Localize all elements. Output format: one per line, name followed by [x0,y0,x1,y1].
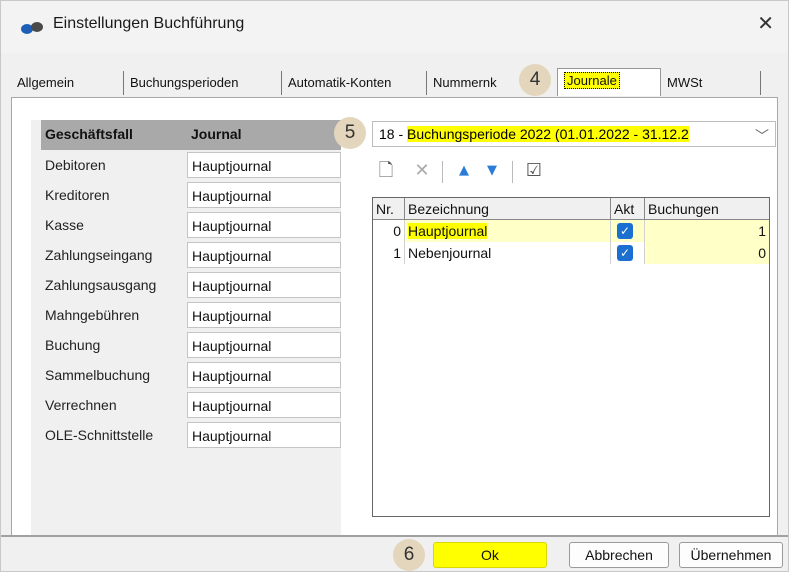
step-badge-4: 4 [519,64,551,96]
delete-icon[interactable]: ✕ [410,159,434,183]
move-up-icon[interactable]: ▲ [452,159,476,183]
table-row: Buchung Hauptjournal [41,330,341,360]
bezeichnung-cell[interactable]: Hauptjournal [405,220,611,242]
settings-window: Einstellungen Buchführung ✕ Allgemein Bu… [0,0,789,572]
journal-select[interactable]: Hauptjournal [187,242,341,268]
tab-buchungsperioden[interactable]: Buchungsperioden [124,71,282,95]
table-row: Debitoren Hauptjournal [41,150,341,180]
checkbox-icon[interactable]: ☑ [522,159,546,183]
bezeichnung-cell[interactable]: Nebenjournal [405,242,611,264]
table-row: Sammelbuchung Hauptjournal [41,360,341,390]
step-badge-5: 5 [334,117,366,149]
bezeichnung-text: Hauptjournal [408,223,488,239]
table-row: Zahlungseingang Hauptjournal [41,240,341,270]
close-icon[interactable]: ✕ [757,11,774,35]
app-icon [21,22,43,34]
table-row: Kreditoren Hauptjournal [41,180,341,210]
tab-label: Automatik-Konten [288,75,392,90]
tab-automatik-konten[interactable]: Automatik-Konten [282,71,427,95]
table-row: Zahlungsausgang Hauptjournal [41,270,341,300]
column-header-akt[interactable]: Akt [611,198,645,220]
geschaeftsfall-cell: Verrechnen [45,397,117,413]
geschaeftsfall-cell: Sammelbuchung [45,367,151,383]
journal-select[interactable]: Hauptjournal [187,332,341,358]
cancel-button[interactable]: Abbrechen [569,542,669,568]
buchungen-cell: 0 [645,242,769,264]
nr-cell: 0 [373,220,405,242]
tab-mwst[interactable]: MWSt [661,71,761,95]
period-value: Buchungsperiode 2022 (01.01.2022 - 31.12… [407,126,689,142]
table-row[interactable]: 1 Nebenjournal ✓ 0 [373,242,769,264]
tab-label: Allgemein [17,75,75,90]
geschaeftsfall-cell: Debitoren [45,157,106,173]
tab-allgemein[interactable]: Allgemein [11,71,124,95]
journal-select[interactable]: Hauptjournal [187,392,341,418]
journal-select[interactable]: Hauptjournal [187,362,341,388]
table-row: Verrechnen Hauptjournal [41,390,341,420]
checkbox-checked-icon[interactable]: ✓ [617,223,633,239]
tab-nummernkreise[interactable]: Nummernk [427,71,527,95]
journal-select[interactable]: Hauptjournal [187,212,341,238]
step-badge-6: 6 [393,539,425,571]
footer-divider [1,535,788,537]
geschaeftsfall-table: Geschäftsfall Journal Debitoren Hauptjour… [31,120,341,538]
period-combobox[interactable]: 18 - Buchungsperiode 2022 (01.01.2022 - … [372,121,776,147]
table-row: Mahngebühren Hauptjournal [41,300,341,330]
table-header: Geschäftsfall Journal [41,120,341,150]
geschaeftsfall-cell: Buchung [45,337,101,353]
chevron-down-icon: ﹀ [755,128,769,144]
tab-label: MWSt [667,75,703,90]
akt-cell[interactable]: ✓ [611,242,645,264]
move-down-icon[interactable]: ▼ [480,159,504,183]
column-header-buchungen[interactable]: Buchungen [645,198,769,220]
nr-cell: 1 [373,242,405,264]
journal-select[interactable]: Hauptjournal [187,302,341,328]
buchungen-cell: 1 [645,220,769,242]
checkbox-checked-icon[interactable]: ✓ [617,245,633,261]
period-number: 18 - [379,126,408,142]
geschaeftsfall-cell: OLE-Schnittstelle [45,427,154,443]
journal-select[interactable]: Hauptjournal [187,422,341,448]
journal-grid: Nr. Bezeichnung Akt Buchungen 0 Hauptjou… [372,197,770,517]
table-row[interactable]: 0 Hauptjournal ✓ 1 [373,220,769,242]
apply-button[interactable]: Übernehmen [679,542,783,568]
window-title: Einstellungen Buchführung [53,15,245,32]
table-row: OLE-Schnittstelle Hauptjournal [41,420,341,450]
geschaeftsfall-cell: Kreditoren [45,187,110,203]
journal-select[interactable]: Hauptjournal [187,182,341,208]
column-header-geschaeftsfall: Geschäftsfall [45,126,133,142]
table-row: Kasse Hauptjournal [41,210,341,240]
geschaeftsfall-cell: Zahlungseingang [45,247,153,263]
geschaeftsfall-cell: Zahlungsausgang [45,277,157,293]
journal-select[interactable]: Hauptjournal [187,152,341,178]
column-header-journal: Journal [191,126,242,142]
toolbar-separator [512,161,513,183]
tab-journale[interactable]: Journale [557,68,661,96]
tab-label: Nummernk [433,75,497,90]
column-header-nr[interactable]: Nr. [373,198,405,220]
journal-select[interactable]: Hauptjournal [187,272,341,298]
tab-label: Journale [564,72,620,89]
akt-cell[interactable]: ✓ [611,220,645,242]
column-header-bezeichnung[interactable]: Bezeichnung [405,198,611,220]
new-document-icon[interactable]: 🗋 [374,159,398,183]
toolbar-separator [442,161,443,183]
ok-button[interactable]: Ok [433,542,547,568]
tab-label: Buchungsperioden [130,75,239,90]
title-bar: Einstellungen Buchführung ✕ [1,1,788,53]
geschaeftsfall-cell: Kasse [45,217,84,233]
geschaeftsfall-cell: Mahngebühren [45,307,140,323]
